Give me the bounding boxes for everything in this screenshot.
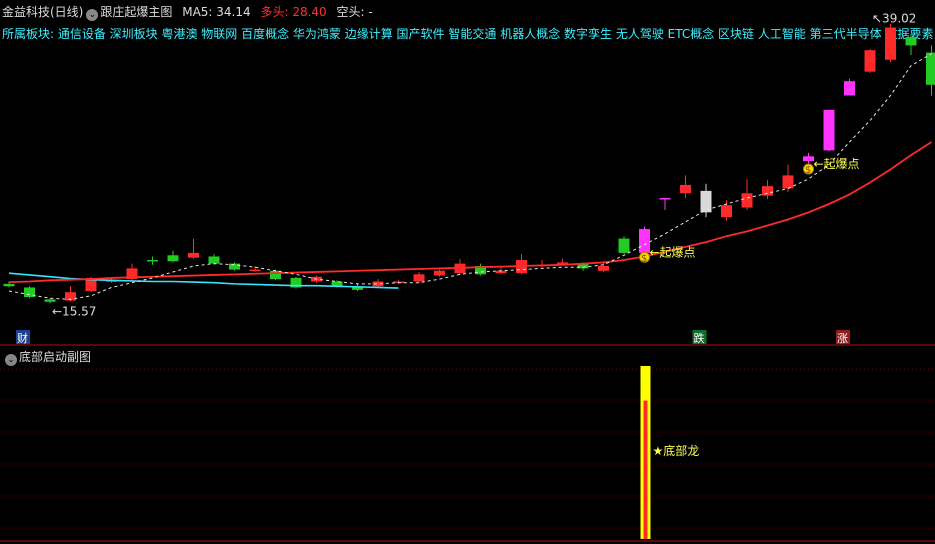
candle-body <box>823 109 835 151</box>
candle-body <box>434 270 445 276</box>
candle-body <box>270 270 281 280</box>
subchart-grid <box>0 368 935 529</box>
candle-body <box>413 274 425 282</box>
burst-point-label: ←起爆点 <box>814 157 860 171</box>
candle-body <box>639 229 650 253</box>
candle-body <box>208 256 220 264</box>
candle-body <box>598 266 609 271</box>
candle-body <box>700 190 712 213</box>
tag-cai: 财 <box>17 331 28 345</box>
candle-body <box>249 269 261 272</box>
candle-body <box>659 198 671 200</box>
candle-body <box>782 175 794 189</box>
tag-zhang: 涨 <box>837 332 848 345</box>
candle-body <box>926 52 935 85</box>
candle-body <box>167 255 179 262</box>
candle-body <box>618 238 630 253</box>
price-chart[interactable]: ←15.57↖39.02$ ←起爆点$ ←起爆点财跌涨 ★底部龙 <box>0 0 935 544</box>
money-bag-icon-glyph: $ <box>805 165 811 176</box>
money-bag-icon-glyph: $ <box>641 253 647 264</box>
candle-body <box>188 252 199 258</box>
bottom-dragon-bar-inner <box>643 400 648 539</box>
candle-body <box>844 81 855 96</box>
candle-body <box>885 27 896 60</box>
candle-body <box>864 50 876 72</box>
candle-body <box>44 299 56 302</box>
low-price-label: ←15.57 <box>52 304 96 318</box>
candle-body <box>680 184 691 194</box>
candle-body <box>147 260 158 262</box>
bottom-dragon-label: ★底部龙 <box>653 443 700 458</box>
candle-body <box>3 283 15 287</box>
candle-body <box>803 156 814 162</box>
candle-body <box>229 263 240 270</box>
high-price-label: ↖39.02 <box>872 12 916 26</box>
candle-body <box>762 186 773 196</box>
candle-body <box>721 205 732 218</box>
candle-body <box>741 193 753 208</box>
tag-die: 跌 <box>694 331 705 345</box>
burst-point-label: ←起爆点 <box>650 245 696 259</box>
candle-body <box>905 37 917 46</box>
